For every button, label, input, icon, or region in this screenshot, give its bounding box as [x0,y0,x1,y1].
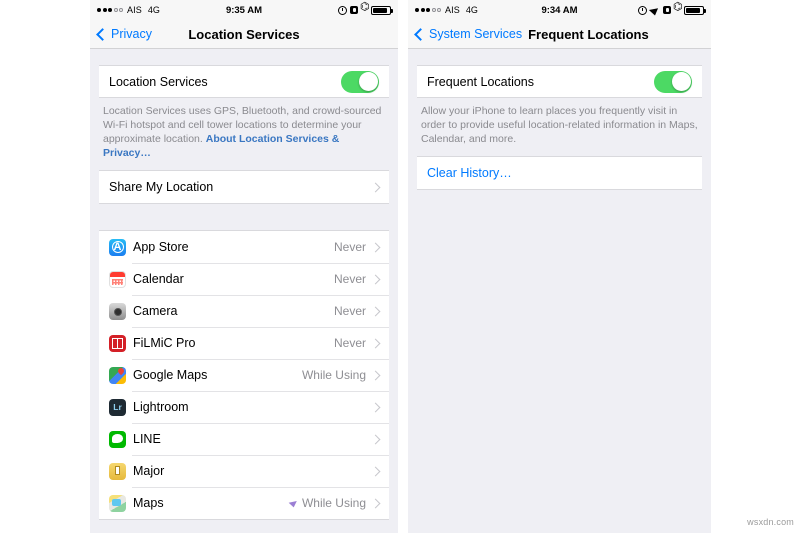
calendar-icon [109,270,126,288]
left-phone-screen: AIS 4G 9:35 AM Privacy Location Services… [90,0,398,533]
app-name-label: FiLMiC Pro [133,336,196,350]
app-permission-row[interactable]: Google Maps While Using [99,359,389,391]
right-phone-screen: AIS 4G 9:34 AM System Services Frequent … [408,0,711,533]
alarm-icon [338,5,347,15]
battery-icon [371,5,393,15]
left-content: Location Services Location Services uses… [90,49,398,533]
chevron-left-icon [96,27,109,41]
chevron-right-icon [370,242,381,252]
left-status-signal-area: AIS 4G [97,5,160,15]
app-permission-value: Never [333,336,366,350]
share-my-location-label: Share My Location [109,180,214,194]
major-icon [109,462,126,480]
alarm-icon [638,5,647,15]
watermark: wsxdn.com [747,517,794,527]
chevron-right-icon [370,434,381,444]
back-button-label: Privacy [111,27,152,41]
chevron-right-icon [370,274,381,284]
app-name-label: Camera [133,304,178,318]
app-permission-value: Never [333,304,366,318]
battery-icon [684,5,706,15]
back-button-system-services[interactable]: System Services [414,27,523,41]
location-services-toggle-group: Location Services [99,65,389,98]
filmic-pro-icon [109,334,126,352]
right-status-bar: AIS 4G 9:34 AM [408,0,711,20]
google-maps-icon [109,366,126,384]
chevron-right-icon [370,182,381,192]
frequent-locations-toggle-row[interactable]: Frequent Locations [417,66,702,97]
app-store-icon [109,238,126,256]
app-permission-row[interactable]: FiLMiC Pro Never [99,327,389,359]
app-name-label: LINE [133,432,161,446]
left-nav-bar: Privacy Location Services [90,20,398,49]
right-status-signal-area: AIS 4G [415,5,478,15]
bluetooth-icon [360,2,370,15]
clear-history-label: Clear History… [427,166,512,180]
chevron-right-icon [370,466,381,476]
app-name-label: Major [133,464,165,478]
lightroom-icon [109,398,126,416]
network-type-label: 4G [465,5,478,15]
app-name-label: Google Maps [133,368,208,382]
share-my-location-group: Share My Location [99,170,389,204]
rotation-lock-icon [350,6,358,14]
app-permission-row[interactable]: Major [99,455,389,487]
page-title: Frequent Locations [528,26,649,42]
carrier-label: AIS [445,5,460,15]
app-permission-row[interactable]: App Store Never [99,231,389,263]
clear-history-group: Clear History… [417,156,702,190]
carrier-label: AIS [127,5,142,15]
signal-strength-dots [97,8,123,12]
chevron-left-icon [414,27,427,41]
left-status-icons [338,2,393,15]
back-button-privacy[interactable]: Privacy [96,27,152,41]
back-button-label: System Services [429,27,523,41]
right-status-icons [638,2,706,15]
rotation-lock-icon [663,6,671,14]
location-services-toggle[interactable] [341,70,379,93]
app-permission-row[interactable]: Maps While Using [99,487,389,519]
chevron-right-icon [370,370,381,380]
location-services-footer: Location Services uses GPS, Bluetooth, a… [90,98,398,170]
app-permission-list: App StoreNeverCalendarNeverCameraNeverFi… [99,230,389,520]
left-status-bar: AIS 4G 9:35 AM [90,0,398,20]
line-icon [109,430,126,448]
location-services-toggle-row[interactable]: Location Services [99,66,389,97]
chevron-right-icon [370,338,381,348]
right-nav-bar: System Services Frequent Locations [408,20,711,49]
frequent-locations-toggle[interactable] [654,70,692,93]
app-name-label: App Store [133,240,189,254]
app-name-label: Calendar [133,272,184,286]
bluetooth-icon [673,2,683,15]
clear-history-row[interactable]: Clear History… [417,157,702,189]
app-permission-value: Never [333,272,366,286]
app-name-label: Lightroom [133,400,189,414]
app-permission-value: While Using [301,368,366,382]
app-permission-row[interactable]: Calendar Never [99,263,389,295]
location-arrow-icon [648,5,662,15]
app-permission-value: While Using [301,496,366,510]
app-permission-row[interactable]: Camera Never [99,295,389,327]
chevron-right-icon [370,498,381,508]
right-content: Frequent Locations Allow your iPhone to … [408,49,711,533]
maps-icon [109,494,126,512]
chevron-right-icon [370,402,381,412]
network-type-label: 4G [147,5,160,15]
app-name-label: Maps [133,496,164,510]
app-permission-row[interactable]: Lightroom [99,391,389,423]
frequent-locations-toggle-group: Frequent Locations [417,65,702,98]
share-my-location-row[interactable]: Share My Location [99,171,389,203]
frequent-locations-footer: Allow your iPhone to learn places you fr… [421,105,698,145]
location-arrow-icon [288,498,300,508]
camera-icon [109,302,126,320]
app-permission-value: Never [333,240,366,254]
chevron-right-icon [370,306,381,316]
signal-strength-dots [415,8,441,12]
location-services-label: Location Services [109,74,208,89]
frequent-locations-label: Frequent Locations [427,74,535,89]
app-permission-row[interactable]: LINE [99,423,389,455]
